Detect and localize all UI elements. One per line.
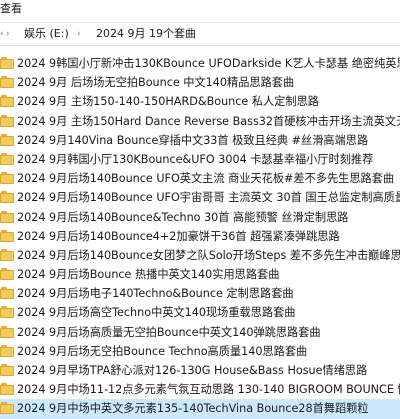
- list-item[interactable]: 2024 9月后场高空Techno中英文140现场重载思路套曲: [0, 303, 400, 322]
- list-item[interactable]: 2024 9月韩国小厅130KBounce&UFO 3004 卡瑟基幸福小厅时刻…: [0, 150, 400, 169]
- folder-name: 2024 9月韩国小厅130KBounce&UFO 3004 卡瑟基幸福小厅时刻…: [17, 152, 374, 166]
- list-item[interactable]: 2024 9月后场140Bounce女团梦之队Solo开场Steps 差不多先生…: [0, 246, 400, 265]
- folder-icon: [0, 210, 14, 223]
- folder-icon: [0, 268, 14, 281]
- folder-name: 2024 9月 后场场无空拍Bounce 中文140精品思路套曲: [17, 76, 295, 90]
- list-item[interactable]: 2024 9月后场140Bounce4+2加豪饼干36首 超强紧凑弹跳思路: [0, 227, 400, 246]
- list-item[interactable]: 2024 9月中场11-12点多元素气氛互动思路 130-140 BIGROOM…: [0, 380, 400, 399]
- list-item[interactable]: 2024 9韩国小厅新冲击130KBounce UFODarkside K艺人卡…: [0, 54, 400, 73]
- list-item[interactable]: 2024 9月早场TPA舒心派对126-130G House&Bass Hosu…: [0, 361, 400, 380]
- folder-name: 2024 9月后场140Bounce UFO宇宙哥哥 主流英文 30首 国王总监…: [17, 191, 400, 205]
- folder-icon: [0, 133, 14, 146]
- folder-name: 2024 9月后场140Bounce4+2加豪饼干36首 超强紧凑弹跳思路: [17, 229, 340, 243]
- list-item[interactable]: 2024 9月 主场150Hard Dance Reverse Bass32首硬…: [0, 112, 400, 131]
- list-item[interactable]: 2024 9月后场140Bounce UFO英文主流 商业天花板#差不多先生思路…: [0, 169, 400, 188]
- folder-icon: [0, 57, 14, 69]
- breadcrumb-drive[interactable]: 娱乐 (E:): [24, 23, 69, 45]
- folder-name: 2024 9月后场140Bounce&Techno 30首 高能预警 丝滑定制思…: [17, 210, 349, 224]
- folder-name: 2024 9月中场11-12点多元素气氛互动思路 130-140 BIGROOM…: [17, 383, 400, 397]
- folder-icon: [0, 229, 14, 242]
- folder-name: 2024 9月早场TPA舒心派对126-130G House&Bass Hosu…: [17, 364, 368, 377]
- folder-icon: [0, 383, 14, 396]
- folder-icon: [0, 114, 14, 127]
- menu-bar: 查看: [0, 0, 400, 18]
- list-item[interactable]: 2024 9月后场电子140Techno&Bounce 定制思路套曲: [0, 284, 400, 303]
- folder-icon: [0, 344, 14, 357]
- folder-icon: [0, 95, 14, 108]
- folder-name: 2024 9月后场140Bounce UFO英文主流 商业天花板#差不多先生思路…: [17, 172, 395, 186]
- folder-name: 2024 9月后场Bounce 热播中英文140实用思路套曲: [17, 268, 280, 282]
- folder-icon: [0, 191, 14, 204]
- folder-icon: [0, 152, 14, 165]
- list-item[interactable]: 2024 9月140Vina Bounce穿插中文33首 极致且经典 #丝滑高端…: [0, 131, 400, 150]
- list-item[interactable]: 2024 9月后场高质量无空拍Bounce中英文140弹跳思路套曲: [0, 323, 400, 342]
- folder-name: 2024 9月 主场150-140-150HARD&Bounce 私人定制思路: [17, 95, 319, 109]
- file-list: 2024 9韩国小厅新冲击130KBounce UFODarkside K艺人卡…: [0, 54, 400, 419]
- list-item[interactable]: 2024 9月中场中英文多元素135-140TechVina Bounce28首…: [0, 399, 400, 419]
- breadcrumb-folder[interactable]: 2024 9月 19个套曲: [96, 23, 196, 45]
- list-item[interactable]: 2024 9月后场140Bounce&Techno 30首 高能预警 丝滑定制思…: [0, 208, 400, 227]
- folder-icon: [0, 364, 14, 376]
- address-bar[interactable]: ‹ › 娱乐 (E:) › 2024 9月 19个套曲: [0, 22, 400, 46]
- list-item[interactable]: 2024 9月 主场150-140-150HARD&Bounce 私人定制思路: [0, 92, 400, 111]
- folder-icon: [0, 306, 14, 319]
- folder-icon: [0, 248, 14, 261]
- folder-name: 2024 9月后场高空Techno中英文140现场重载思路套曲: [17, 306, 296, 320]
- menu-view[interactable]: 查看: [0, 0, 22, 18]
- folder-name: 2024 9月后场电子140Techno&Bounce 定制思路套曲: [17, 287, 294, 301]
- folder-icon: [0, 172, 14, 185]
- folder-name: 2024 9月后场高质量无空拍Bounce中英文140弹跳思路套曲: [17, 325, 321, 339]
- folder-name: 2024 9月140Vina Bounce穿插中文33首 极致且经典 #丝滑高端…: [17, 133, 369, 147]
- folder-icon: [0, 287, 14, 300]
- chevron-right-icon: ›: [77, 29, 81, 39]
- folder-icon: [0, 76, 14, 89]
- folder-icon: [0, 402, 14, 415]
- folder-name: 2024 9月后场140Bounce女团梦之队Solo开场Steps 差不多先生…: [17, 248, 400, 262]
- folder-name: 2024 9韩国小厅新冲击130KBounce UFODarkside K艺人卡…: [17, 57, 400, 70]
- folder-name: 2024 9月后场无空拍Bounce Techno高质量140思路套曲: [17, 344, 308, 358]
- folder-name: 2024 9月中场中英文多元素135-140TechVina Bounce28首…: [17, 402, 369, 416]
- list-item[interactable]: 2024 9月后场140Bounce UFO宇宙哥哥 主流英文 30首 国王总监…: [0, 188, 400, 207]
- list-item[interactable]: 2024 9月后场无空拍Bounce Techno高质量140思路套曲: [0, 342, 400, 361]
- back-chevron-icon: ‹: [0, 29, 4, 39]
- folder-name: 2024 9月 主场150Hard Dance Reverse Bass32首硬…: [17, 114, 400, 128]
- chevron-right-icon: ›: [6, 29, 10, 39]
- list-item[interactable]: 2024 9月 后场场无空拍Bounce 中文140精品思路套曲: [0, 73, 400, 92]
- list-item[interactable]: 2024 9月后场Bounce 热播中英文140实用思路套曲: [0, 265, 400, 284]
- folder-icon: [0, 325, 14, 338]
